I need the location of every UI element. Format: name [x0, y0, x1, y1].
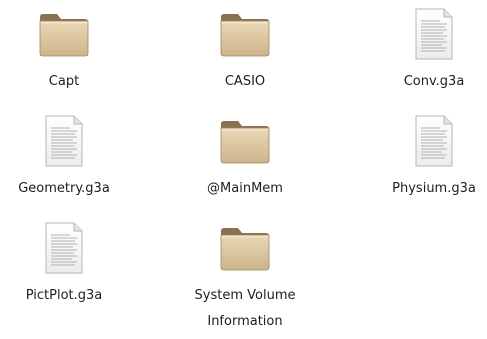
- file-item-pictplot[interactable]: PictPlot.g3a: [0, 221, 139, 309]
- folder-icon: [37, 11, 91, 57]
- folder-icon: [218, 225, 272, 271]
- file-label: Conv.g3a: [403, 74, 465, 89]
- document-icon: [44, 115, 84, 167]
- file-item-capt[interactable]: Capt: [0, 7, 139, 95]
- file-item-mainmem[interactable]: @MainMem: [170, 114, 320, 202]
- file-label: System Volume Information: [194, 288, 296, 329]
- document-icon: [414, 115, 454, 167]
- file-item-geometry[interactable]: Geometry.g3a: [0, 114, 139, 202]
- file-label: Physium.g3a: [392, 181, 476, 196]
- file-label: Capt: [48, 74, 80, 89]
- folder-icon: [218, 11, 272, 57]
- file-item-conv[interactable]: Conv.g3a: [359, 7, 487, 95]
- document-icon: [44, 222, 84, 274]
- file-label: CASIO: [224, 74, 266, 89]
- file-grid: Capt CASIO Conv.g3a Geometry.g3a @MainMe…: [0, 0, 487, 339]
- file-label: PictPlot.g3a: [25, 288, 103, 303]
- file-label: @MainMem: [207, 181, 283, 196]
- file-item-physium[interactable]: Physium.g3a: [359, 114, 487, 202]
- folder-icon: [218, 118, 272, 164]
- file-item-casio[interactable]: CASIO: [170, 7, 320, 95]
- document-icon: [414, 8, 454, 60]
- file-item-system-volume-information[interactable]: System Volume Information: [170, 221, 320, 335]
- file-label: Geometry.g3a: [18, 181, 110, 196]
